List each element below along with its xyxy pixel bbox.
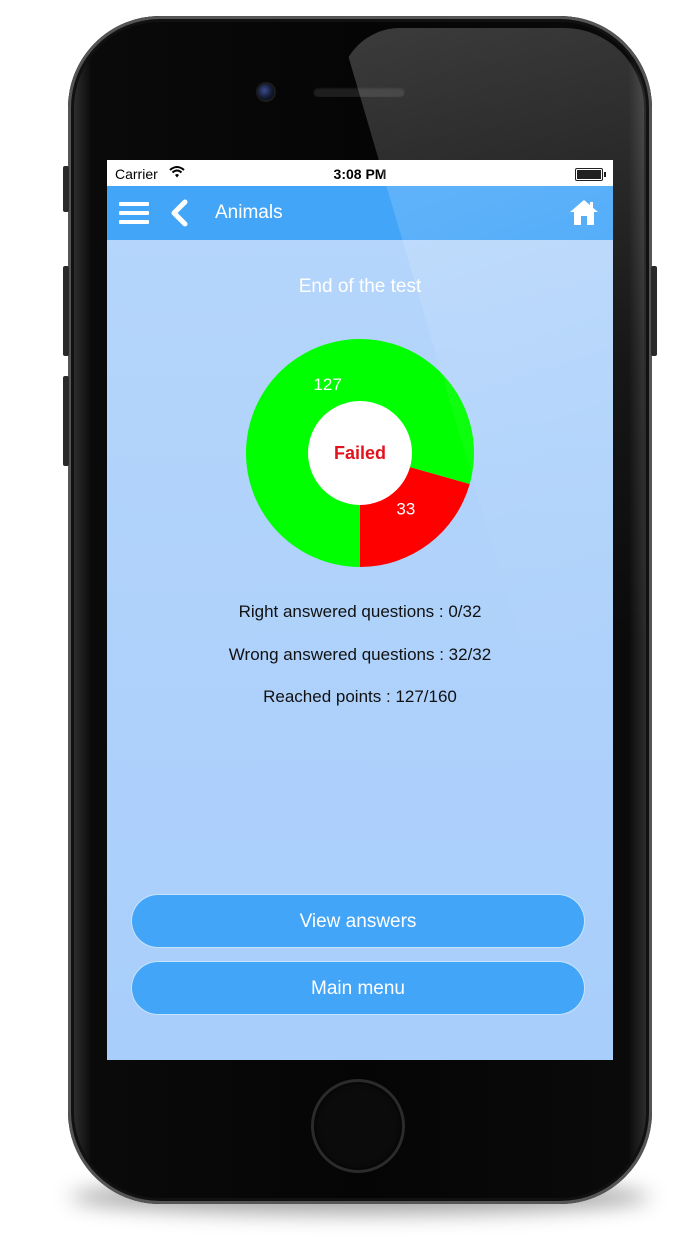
menu-icon[interactable] [119,202,149,224]
status-time: 3:08 PM [333,166,387,182]
power-button [651,266,657,356]
chart-center-label: Failed [334,443,386,463]
nav-title: Animals [215,202,283,223]
result-pie-chart: Failed 127 33 [246,339,474,567]
volume-up-button [63,266,69,356]
back-icon[interactable] [167,199,193,227]
silent-switch [63,166,69,212]
end-of-test-heading: End of the test [298,276,422,297]
status-bar: Carrier 3:08 PM [107,160,613,186]
nav-bar: Animals [107,186,613,240]
wrong-answers-stat: Wrong answered questions : 32/32 [228,645,492,664]
home-hardware-button[interactable] [314,1082,402,1170]
earpiece-speaker [313,87,405,97]
reached-points-stat: Reached points : 127/160 [263,687,457,706]
main-menu-button[interactable]: Main menu [131,961,585,1015]
app-screen: Carrier 3:08 PM Animals End of the test … [107,160,613,1060]
pie-label-33: 33 [396,499,415,518]
view-answers-button[interactable]: View answers [131,894,585,948]
camera-icon [258,84,274,100]
battery-icon [575,168,606,181]
volume-down-button [63,376,69,466]
pie-label-127: 127 [313,375,341,394]
right-answers-stat: Right answered questions : 0/32 [238,602,482,621]
home-icon[interactable] [569,198,599,226]
